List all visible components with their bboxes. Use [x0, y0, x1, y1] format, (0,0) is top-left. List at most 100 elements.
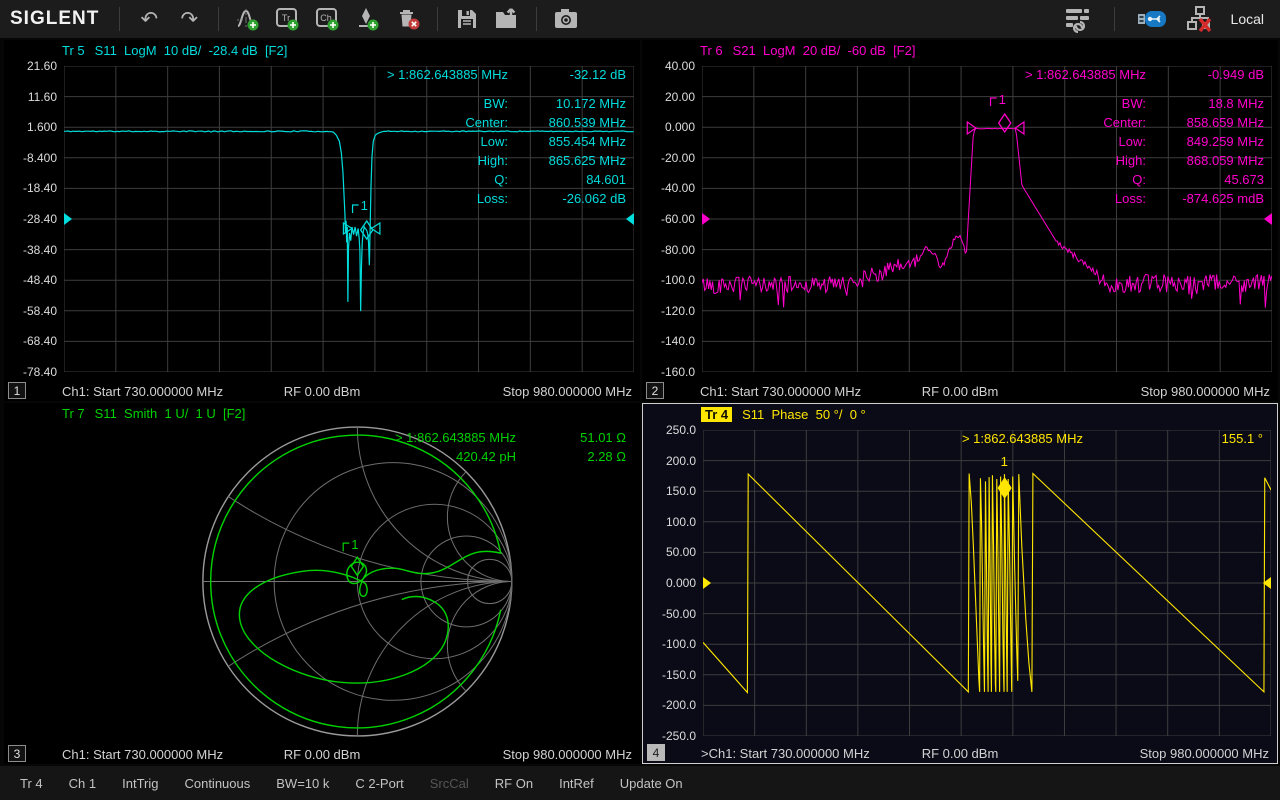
- marker-freq: > 1:862.643885 MHz: [1025, 67, 1146, 82]
- y-tick-label: -80.00: [661, 243, 695, 257]
- ref-level-marker-left: [703, 577, 711, 589]
- status-item[interactable]: Continuous: [184, 776, 250, 791]
- y-tick-label: 0.000: [666, 576, 696, 590]
- status-item[interactable]: Tr 4: [20, 776, 43, 791]
- trace-title[interactable]: Tr 7 S11 Smith 1 U/ 1 U [F2]: [4, 403, 640, 424]
- graticule-and-trace: 1: [703, 430, 1271, 736]
- trace-settings: S21 LogM 20 dB/ -60 dB [F2]: [733, 43, 916, 58]
- y-tick-label: -58.40: [23, 304, 57, 318]
- redo-icon[interactable]: ↷: [172, 4, 206, 34]
- panel-1-s11-logm[interactable]: Tr 5 S11 LogM 10 dB/ -28.4 dB [F2] 21.601…: [4, 40, 640, 401]
- y-tick-label: 50.00: [666, 545, 696, 559]
- stat-value: 855.454 MHz: [534, 134, 626, 149]
- add-trace-curve-icon[interactable]: [231, 4, 265, 34]
- rf-power: RF 0.00 dBm: [284, 747, 361, 762]
- marker-1-flag: [353, 205, 359, 213]
- trace-settings: S11 Smith 1 U/ 1 U [F2]: [95, 406, 246, 421]
- y-tick-label: 200.0: [666, 454, 696, 468]
- recall-icon[interactable]: [490, 4, 524, 34]
- stat-value: 10.172 MHz: [534, 96, 626, 111]
- channel-footer: 1 Ch1: Start 730.000000 MHz RF 0.00 dBm …: [4, 381, 640, 401]
- rf-power: RF 0.00 dBm: [922, 384, 999, 399]
- toolbar: SIGLENT ↶ ↷ Tr Ch: [0, 0, 1280, 38]
- trace-name[interactable]: Tr 7: [62, 406, 85, 421]
- ref-level-marker-right: [626, 213, 634, 225]
- y-tick-label: 20.00: [665, 90, 695, 104]
- marker-value: -32.12 dB: [534, 67, 626, 82]
- toolbar-separator: [218, 7, 219, 31]
- stat-label: Loss:: [387, 191, 508, 206]
- rf-power: RF 0.00 dBm: [284, 384, 361, 399]
- trace-title[interactable]: Tr 4S11 Phase 50 °/ 0 °: [643, 404, 1277, 425]
- active-trace-name[interactable]: Tr 4: [701, 407, 732, 422]
- status-item[interactable]: BW=10 k: [276, 776, 329, 791]
- system-setup-icon[interactable]: [1060, 4, 1094, 34]
- y-tick-label: -48.40: [23, 273, 57, 287]
- marker-freq: > 1:862.643885 MHz: [387, 67, 508, 82]
- local-mode-label[interactable]: Local: [1231, 11, 1270, 27]
- stat-value: 45.673: [1172, 172, 1264, 187]
- plot-area[interactable]: 250.0200.0150.0100.050.000.000-50.00-100…: [643, 425, 1277, 744]
- trace-name[interactable]: Tr 6: [700, 43, 723, 58]
- status-item[interactable]: RF On: [495, 776, 533, 791]
- marker-inductance: 420.42 pH: [395, 449, 516, 464]
- screenshot-icon[interactable]: [549, 4, 583, 34]
- plot-area[interactable]: 21.6011.601.600-8.400-18.40-28.40-38.40-…: [4, 61, 640, 380]
- y-tick-label: 0.000: [665, 120, 695, 134]
- trace-title[interactable]: Tr 5 S11 LogM 10 dB/ -28.4 dB [F2]: [4, 40, 640, 61]
- plot-area[interactable]: 40.0020.000.000-20.00-40.00-60.00-80.00-…: [642, 61, 1278, 380]
- status-item[interactable]: Update On: [620, 776, 683, 791]
- y-tick-label: -200.0: [662, 698, 696, 712]
- trace-name[interactable]: Tr 5: [62, 43, 85, 58]
- delete-icon[interactable]: [391, 4, 425, 34]
- marker-readout: > 1:862.643885 MHz -32.12 dB BW:10.172 M…: [387, 67, 626, 206]
- status-item[interactable]: C 2-Port: [355, 776, 403, 791]
- stat-value: 868.059 MHz: [1172, 153, 1264, 168]
- stat-label: Center:: [1025, 115, 1146, 130]
- save-icon[interactable]: [450, 4, 484, 34]
- stat-label: High:: [1025, 153, 1146, 168]
- status-item[interactable]: IntTrig: [122, 776, 158, 791]
- status-item[interactable]: Ch 1: [69, 776, 96, 791]
- start-frequency: >Ch1: Start 730.000000 MHz: [701, 746, 870, 761]
- add-marker-icon[interactable]: [351, 4, 385, 34]
- undo-icon[interactable]: ↶: [132, 4, 166, 34]
- ref-level-marker-left: [64, 213, 72, 225]
- y-tick-label: 100.0: [666, 515, 696, 529]
- y-tick-label: 11.60: [28, 90, 57, 104]
- channel-footer: 2 Ch1: Start 730.000000 MHz RF 0.00 dBm …: [642, 381, 1278, 401]
- add-channel-icon[interactable]: Ch: [311, 4, 345, 34]
- trace-title[interactable]: Tr 6 S21 LogM 20 dB/ -60 dB [F2]: [642, 40, 1278, 61]
- marker-freq: > 1:862.643885 MHz: [395, 430, 516, 445]
- y-axis: 250.0200.0150.0100.050.000.000-50.00-100…: [643, 425, 703, 744]
- stat-value: 18.8 MHz: [1172, 96, 1264, 111]
- add-trace-icon[interactable]: Tr: [271, 4, 305, 34]
- marker-1-flag: [343, 543, 349, 551]
- panel-2-s21-logm[interactable]: Tr 6 S21 LogM 20 dB/ -60 dB [F2] 40.00 20.…: [642, 40, 1278, 401]
- marker-1-number: 1: [999, 92, 1006, 107]
- panel-4-s11-phase[interactable]: Tr 4S11 Phase 50 °/ 0 ° 250.0200.0150.01…: [642, 403, 1278, 764]
- y-tick-label: -160.0: [661, 365, 695, 379]
- status-item[interactable]: IntRef: [559, 776, 594, 791]
- stat-label: Q:: [387, 172, 508, 187]
- y-tick-label: -40.00: [661, 181, 695, 195]
- status-item[interactable]: SrcCal: [430, 776, 469, 791]
- toolbar-separator: [1114, 7, 1115, 31]
- y-tick-label: -140.0: [661, 334, 695, 348]
- marker-1-number: 1: [351, 537, 358, 552]
- stat-label: Q:: [1025, 172, 1146, 187]
- lan-disconnected-icon[interactable]: [1183, 4, 1217, 34]
- start-frequency: Ch1: Start 730.000000 MHz: [62, 384, 223, 399]
- plot-area[interactable]: 1 > 1:862.643885 MHz 51.01 Ω 420.42 pH 2…: [4, 424, 640, 743]
- trace-settings: S11 LogM 10 dB/ -28.4 dB [F2]: [95, 43, 288, 58]
- ref-level-marker-right: [1264, 213, 1272, 225]
- y-axis: 21.6011.601.600-8.400-18.40-28.40-38.40-…: [4, 61, 64, 380]
- y-tick-label: 40.00: [665, 59, 695, 73]
- stat-value: 865.625 MHz: [534, 153, 626, 168]
- channel-footer: 4 >Ch1: Start 730.000000 MHz RF 0.00 dBm…: [643, 743, 1277, 763]
- usb-icon[interactable]: [1135, 4, 1169, 34]
- y-tick-label: -60.00: [661, 212, 695, 226]
- y-tick-label: -50.00: [662, 607, 696, 621]
- panel-3-s11-smith[interactable]: Tr 7 S11 Smith 1 U/ 1 U [F2]: [4, 403, 640, 764]
- channel-footer: 3 Ch1: Start 730.000000 MHz RF 0.00 dBm …: [4, 744, 640, 764]
